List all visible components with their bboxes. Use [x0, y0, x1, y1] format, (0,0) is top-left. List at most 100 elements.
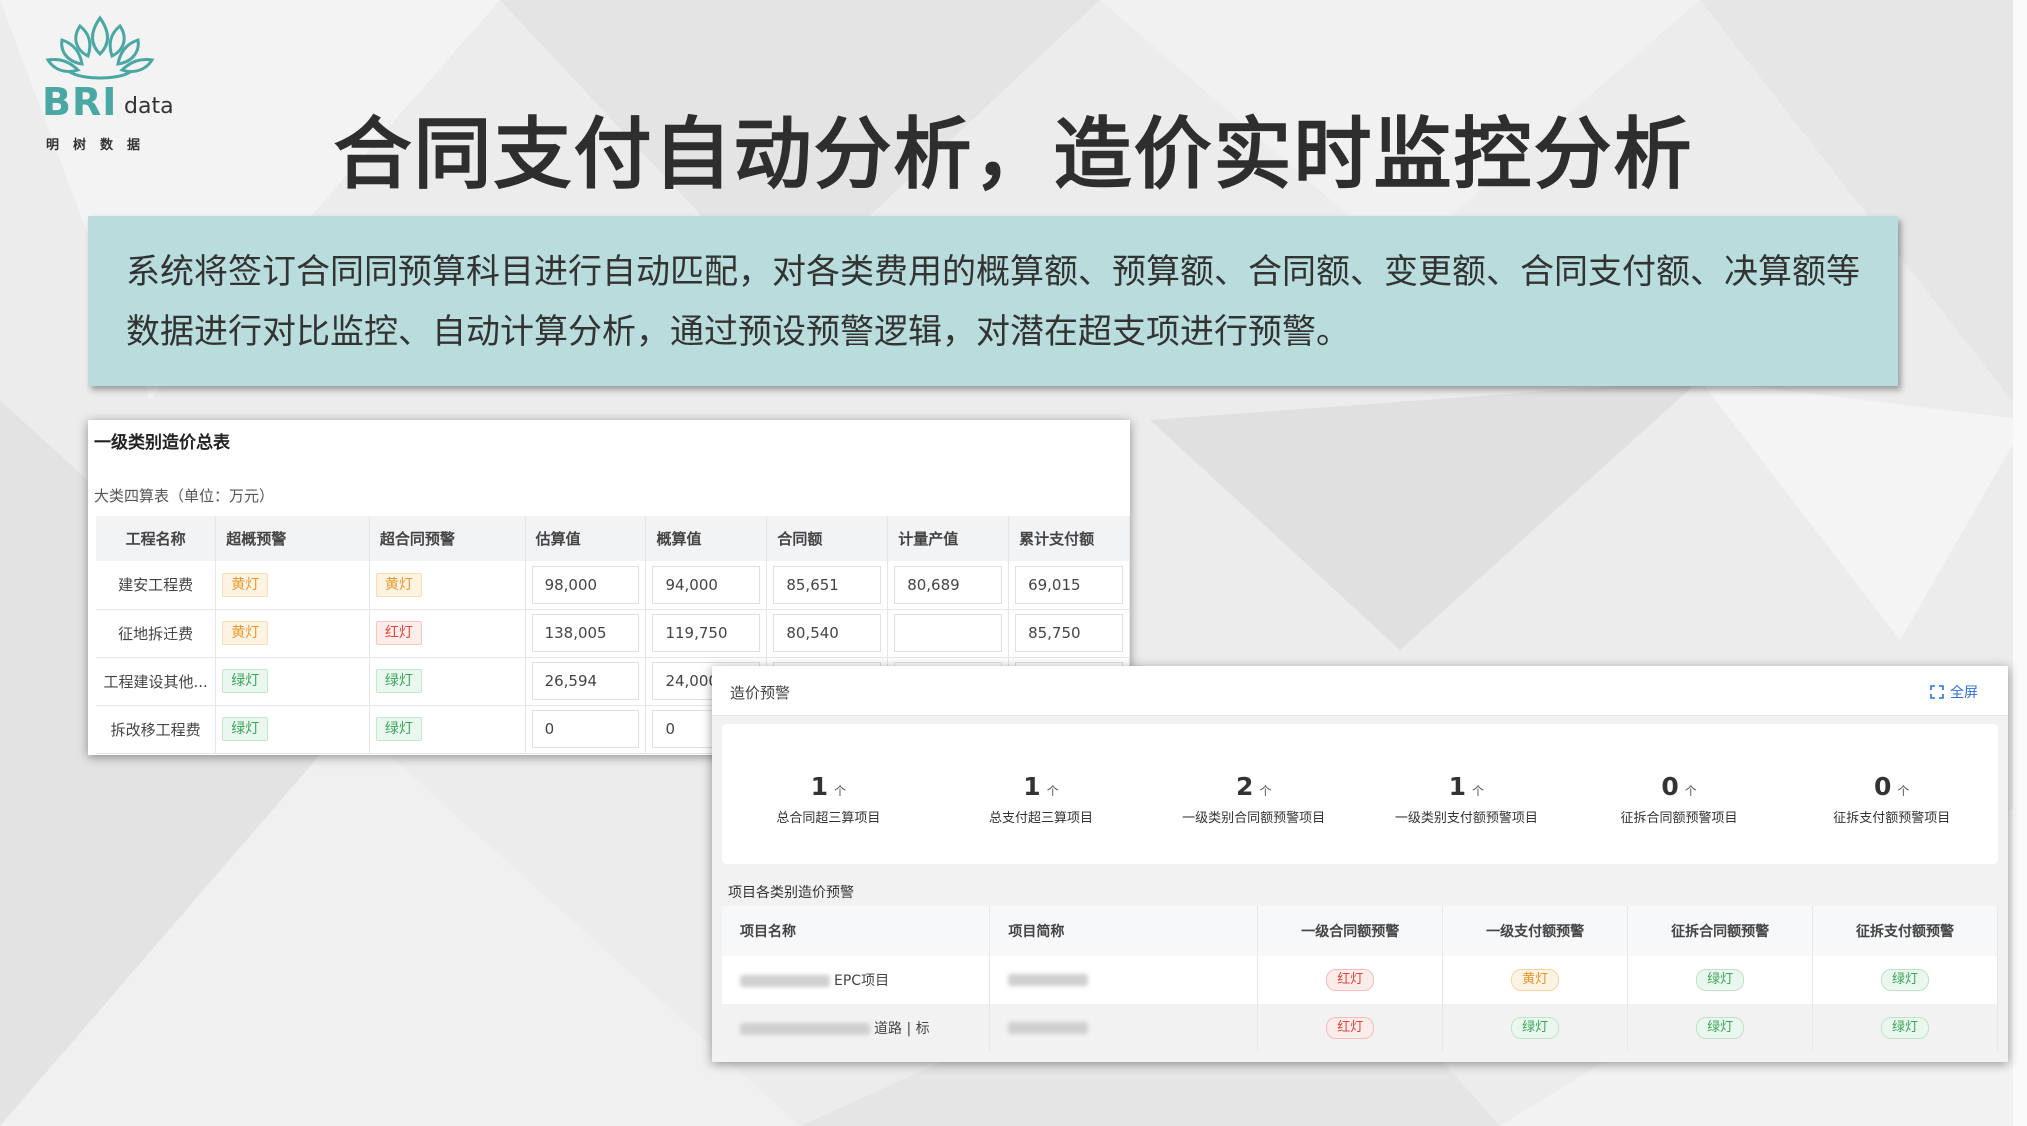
estimate-input[interactable]: 0 [531, 710, 640, 748]
stat-label: 征拆支付额预警项目 [1833, 811, 1951, 826]
status-badge: 绿灯 [222, 717, 269, 741]
description-box: 系统将签订合同同预算科目进行自动匹配，对各类费用的概算额、预算额、合同额、变更额… [88, 216, 1898, 386]
project-name-cell: 拆改移工程费 [96, 705, 217, 754]
col-header: 征拆支付额预警 [1812, 906, 1998, 956]
budget-input[interactable]: 94,000 [652, 565, 761, 604]
col-header: 概算值 [645, 516, 768, 561]
stat-item: 1个 一级类别支付额预警项目 [1360, 724, 1573, 864]
over-contract-cell: 红灯 [369, 609, 526, 658]
stat-value: 1 [1448, 772, 1467, 801]
budget-input[interactable]: 119,750 [652, 614, 761, 652]
stat-item: 0个 征拆支付额预警项目 [1785, 724, 1998, 864]
col-header: 征拆合同额预警 [1627, 906, 1814, 956]
status-badge: 绿灯 [1696, 1017, 1745, 1039]
expand-icon [1930, 685, 1944, 699]
col-header: 估算值 [525, 516, 647, 561]
stat-unit: 个 [1897, 784, 1910, 798]
table-row[interactable]: EPC项目 红灯 黄灯 绿灯 绿灯 [722, 956, 1998, 1004]
stat-value: 1 [1023, 772, 1041, 801]
stat-value: 1 [810, 772, 829, 801]
over-estimate-cell: 黄灯 [215, 609, 370, 658]
status-badge: 黄灯 [375, 572, 422, 597]
paid-input[interactable]: 69,015 [1015, 565, 1123, 604]
warning-table: 项目名称 项目简称 一级合同额预警 一级支付额预警 征拆合同额预警 征拆支付额预… [722, 906, 1998, 1052]
panel-title: 一级类别造价总表 [94, 433, 230, 453]
page-title: 合同支付自动分析，造价实时监控分析 [333, 110, 1694, 200]
redacted-text [740, 975, 830, 987]
project-name-cell: 征地拆迁费 [96, 609, 217, 658]
project-name-cell: 道路 | 标 [722, 1004, 991, 1052]
project-name-suffix: EPC项目 [834, 973, 890, 989]
status-badge: 黄灯 [222, 621, 269, 645]
estimate-input[interactable]: 98,000 [531, 565, 640, 604]
fullscreen-button[interactable]: 全屏 [1930, 682, 1978, 702]
project-name-cell: 工程建设其他... [96, 657, 217, 706]
status-badge: 绿灯 [1696, 969, 1745, 991]
paid-input[interactable]: 85,750 [1015, 614, 1123, 652]
project-short-cell [989, 956, 1259, 1004]
status-badge: 黄灯 [1511, 969, 1560, 991]
status-badge: 绿灯 [1511, 1017, 1560, 1039]
measured-input[interactable] [894, 614, 1003, 652]
stat-label: 总合同超三算项目 [776, 811, 881, 826]
stat-item: 2个 一级类别合同额预警项目 [1147, 724, 1360, 864]
status-badge: 绿灯 [1881, 969, 1930, 991]
status-badge: 绿灯 [375, 717, 422, 741]
over-estimate-cell: 绿灯 [215, 705, 370, 754]
stat-item: 1个 总支付超三算项目 [935, 724, 1148, 864]
redacted-text [1008, 1022, 1089, 1034]
stat-item: 0个 征拆合同额预警项目 [1573, 724, 1786, 864]
cost-warning-panel: 造价预警 全屏 1个 总合同超三算项目 1个 总支付超三算项目 2个 一级类别合… [712, 666, 2008, 1062]
col-header: 计量产值 [887, 516, 1010, 561]
table-header-row: 工程名称 超概预警 超合同预警 估算值 概算值 合同额 计量产值 累计支付额 [96, 516, 1130, 561]
table-row: 征地拆迁费 黄灯 红灯 138,005 119,750 80,540 85,75… [96, 609, 1130, 658]
contract-input[interactable]: 80,540 [773, 614, 882, 652]
col-header: 工程名称 [96, 516, 217, 561]
table-header-row: 项目名称 项目简称 一级合同额预警 一级支付额预警 征拆合同额预警 征拆支付额预… [722, 906, 1998, 956]
status-badge: 红灯 [1326, 1017, 1375, 1039]
estimate-input[interactable]: 26,594 [531, 662, 640, 700]
stat-unit: 个 [1472, 784, 1485, 798]
stat-unit: 个 [834, 784, 847, 798]
stat-label: 征拆合同额预警项目 [1620, 811, 1738, 826]
fullscreen-label: 全屏 [1950, 685, 1978, 701]
status-badge: 黄灯 [222, 572, 269, 597]
col-header: 超合同预警 [369, 516, 526, 561]
warning-stats: 1个 总合同超三算项目 1个 总支付超三算项目 2个 一级类别合同额预警项目 1… [722, 724, 1998, 864]
stat-item: 1个 总合同超三算项目 [722, 724, 935, 864]
col-header: 超概预警 [215, 516, 370, 561]
estimate-input[interactable]: 138,005 [531, 614, 640, 652]
stat-unit: 个 [1684, 784, 1697, 798]
col-header: 一级支付额预警 [1442, 906, 1629, 956]
over-contract-cell: 绿灯 [369, 657, 526, 706]
status-badge: 绿灯 [1881, 1017, 1930, 1039]
over-contract-cell: 绿灯 [369, 705, 526, 754]
stat-value: 0 [1661, 772, 1679, 801]
status-badge: 红灯 [375, 621, 422, 645]
project-name-suffix: 道路 | 标 [874, 1021, 930, 1037]
stat-unit: 个 [1259, 784, 1272, 798]
table-row[interactable]: 道路 | 标 红灯 绿灯 绿灯 绿灯 [722, 1004, 1998, 1052]
stat-value: 0 [1873, 772, 1892, 801]
project-short-cell [989, 1004, 1259, 1052]
stat-label: 一级类别合同额预警项目 [1182, 811, 1326, 826]
table-row: 建安工程费 黄灯 黄灯 98,000 94,000 85,651 80,689 … [96, 561, 1130, 610]
col-header: 项目名称 [722, 906, 991, 956]
panel-subtitle: 大类四算表（单位：万元） [94, 487, 275, 505]
redacted-text [740, 1023, 870, 1035]
status-badge: 绿灯 [222, 669, 269, 693]
stat-value: 2 [1235, 772, 1254, 801]
over-estimate-cell: 黄灯 [215, 561, 370, 610]
panel-header: 造价预警 全屏 [712, 666, 2008, 716]
measured-input[interactable]: 80,689 [894, 565, 1003, 604]
status-badge: 红灯 [1326, 969, 1375, 991]
stat-label: 一级类别支付额预警项目 [1394, 811, 1538, 826]
redacted-text [1008, 974, 1089, 986]
contract-input[interactable]: 85,651 [773, 565, 882, 604]
over-estimate-cell: 绿灯 [215, 657, 370, 706]
status-badge: 绿灯 [375, 669, 422, 693]
over-contract-cell: 黄灯 [369, 561, 526, 610]
panel-title: 造价预警 [730, 684, 791, 702]
project-name-cell: EPC项目 [722, 956, 991, 1004]
warning-table-title: 项目各类别造价预警 [728, 885, 854, 901]
